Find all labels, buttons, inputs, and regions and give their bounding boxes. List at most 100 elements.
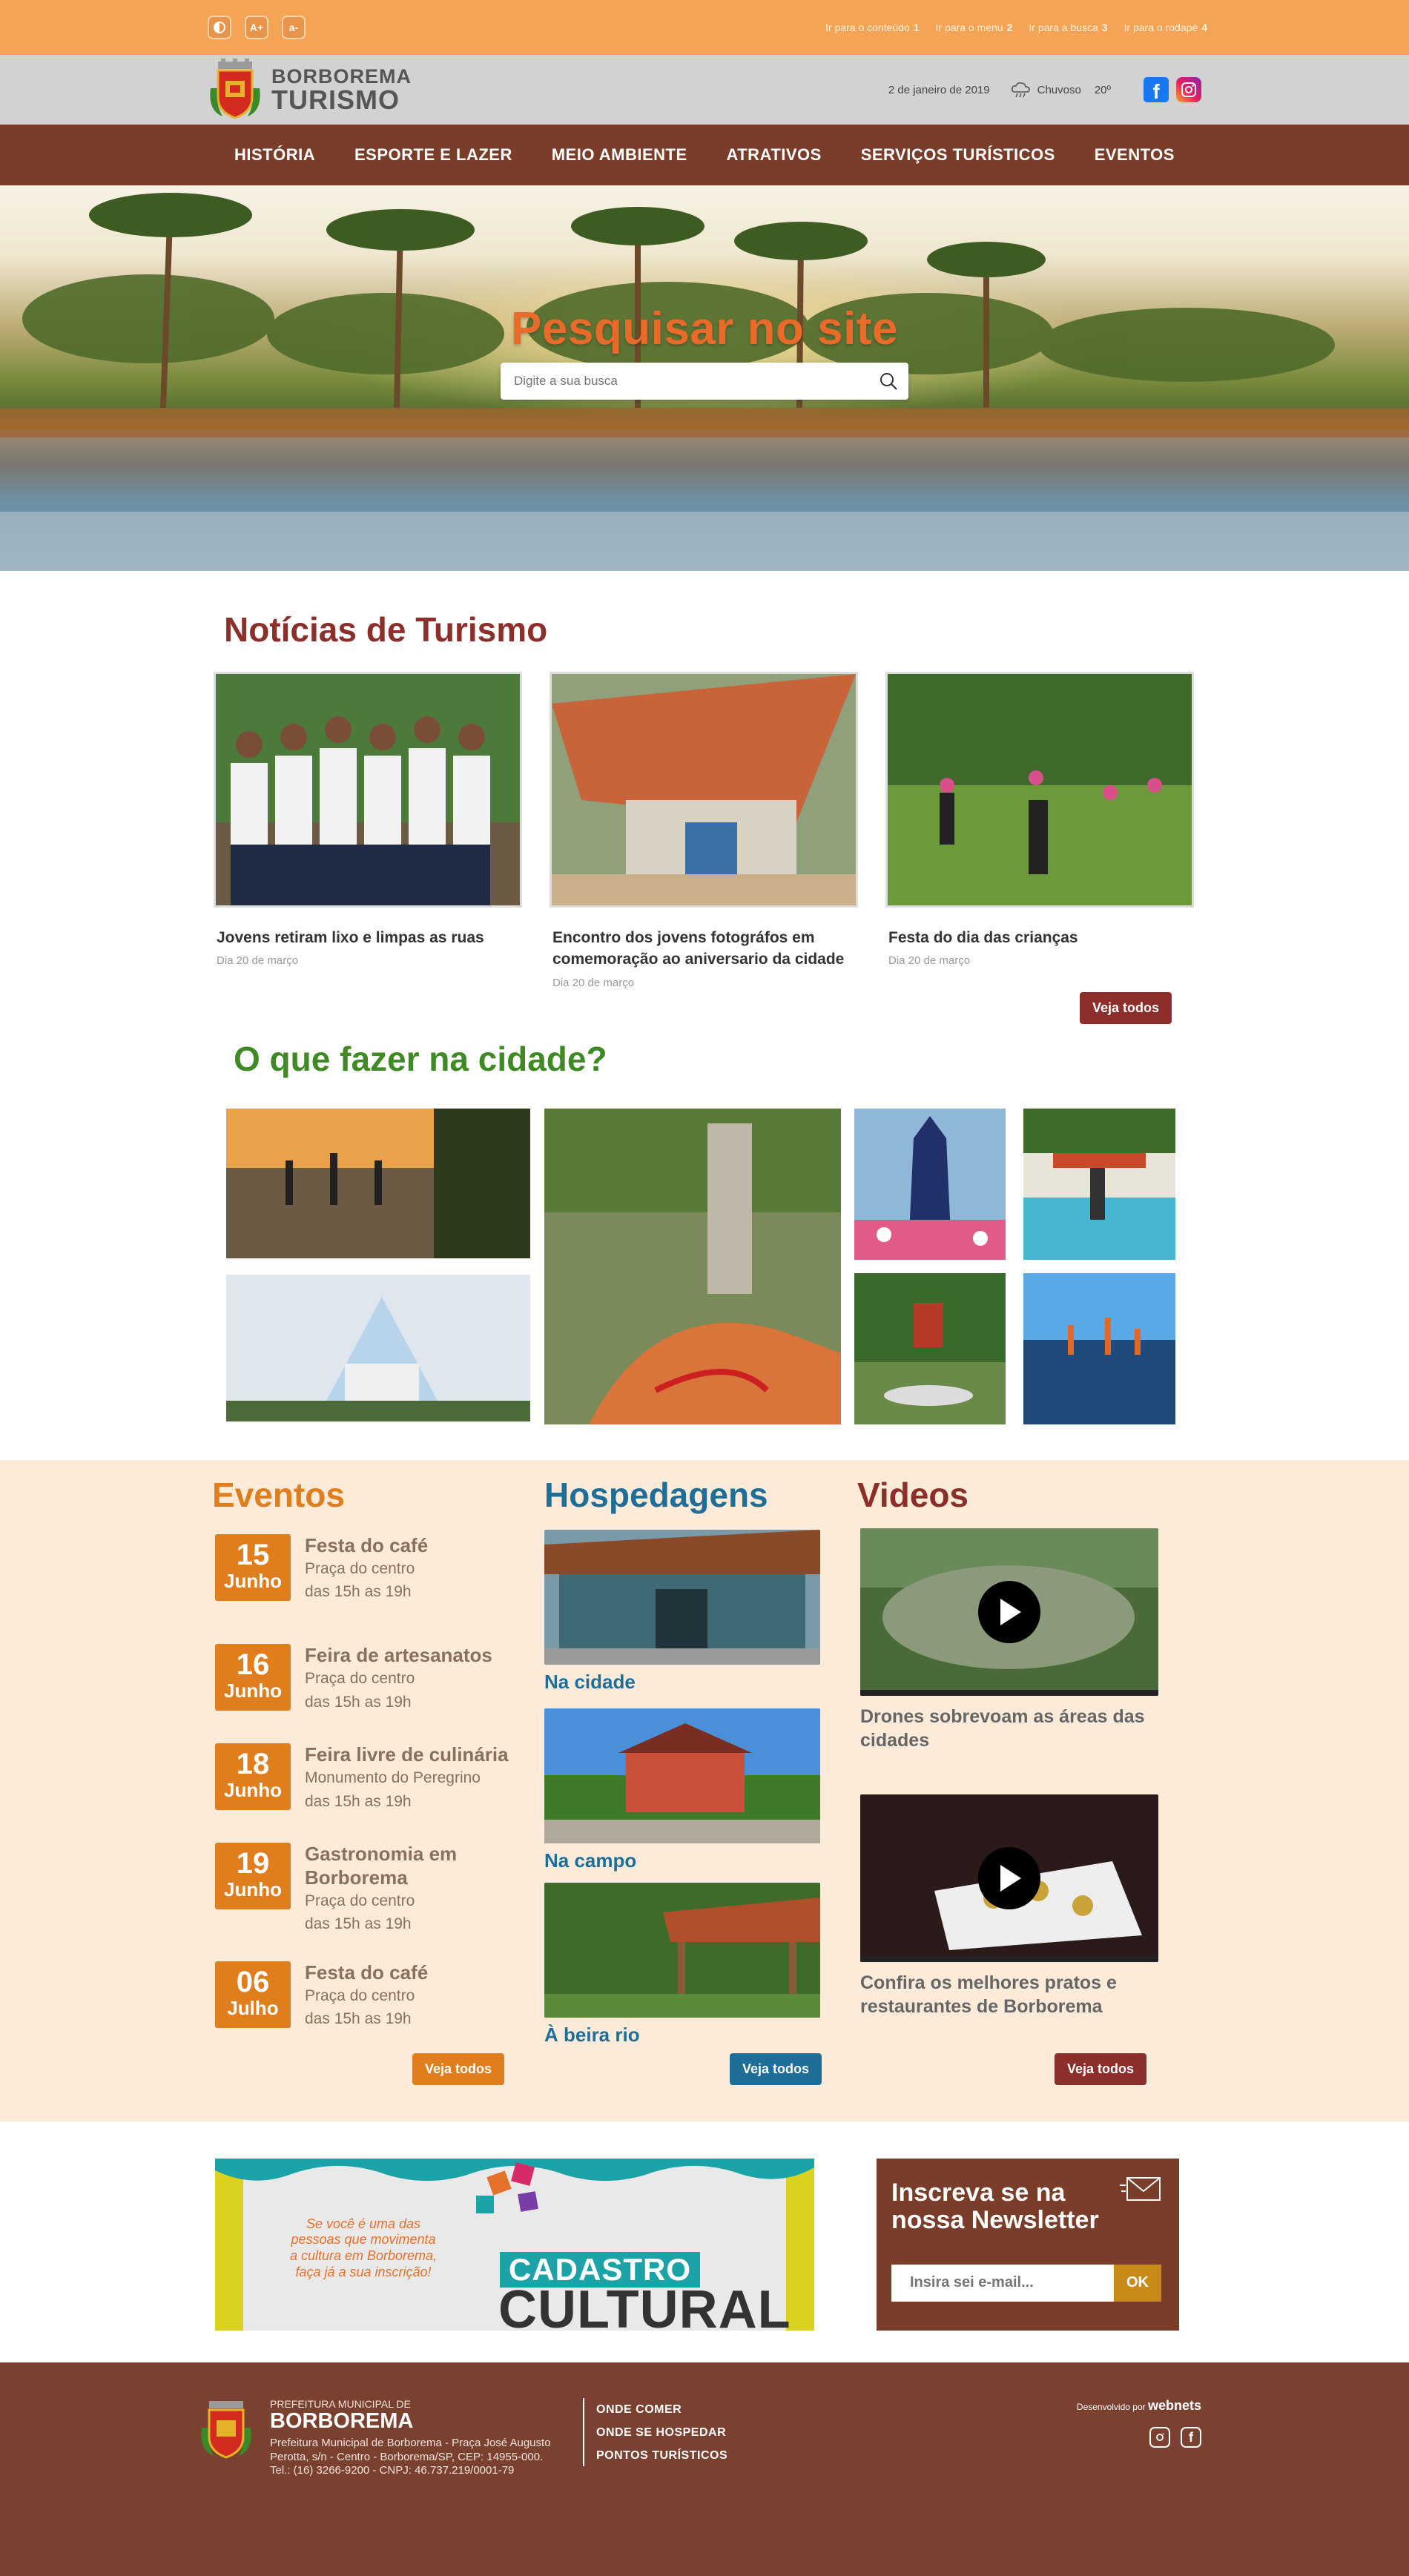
- news-card[interactable]: Jovens retiram lixo e limpas as ruas Dia…: [214, 672, 522, 989]
- event-time: das 15h as 19h: [305, 1915, 412, 1933]
- font-increase-button[interactable]: A+: [245, 16, 268, 39]
- footer-links: ONDE COMER ONDE SE HOSPEDAR PONTOS TURÍS…: [583, 2398, 727, 2466]
- lodging-label[interactable]: À beira rio: [544, 2024, 856, 2047]
- cultural-registry-banner[interactable]: Se você é uma das pessoas que movimenta …: [215, 2158, 814, 2331]
- temperature: 20º: [1094, 83, 1111, 96]
- instagram-icon[interactable]: [1176, 77, 1201, 102]
- gallery-image[interactable]: [1023, 1272, 1175, 1424]
- developer-credit[interactable]: Desenvolvido por webnets: [1077, 2398, 1201, 2414]
- lodging-image[interactable]: [544, 1529, 820, 1665]
- footer-link-onde-se-hospedar[interactable]: ONDE SE HOSPEDAR: [596, 2421, 727, 2444]
- lodging-image[interactable]: [544, 1882, 820, 2018]
- footer-link-pontos-turisticos[interactable]: PONTOS TURÍSTICOS: [596, 2444, 727, 2467]
- events-section-title: Eventos: [212, 1475, 345, 1514]
- lodging-see-all-button[interactable]: Veja todos: [730, 2052, 822, 2085]
- skip-link-footer[interactable]: Ir para o rodapé 4: [1124, 22, 1207, 33]
- font-decrease-button[interactable]: a-: [282, 16, 306, 39]
- event-place: Praça do centro: [305, 1892, 415, 1909]
- videos-see-all-button[interactable]: Veja todos: [1055, 2052, 1147, 2085]
- event-time: das 15h as 19h: [305, 1583, 412, 1601]
- news-card[interactable]: Encontro dos jovens fotográfos em comemo…: [550, 672, 858, 989]
- news-section-title: Notícias de Turismo: [224, 610, 548, 649]
- news-date: Dia 20 de março: [888, 954, 971, 968]
- events-see-all-button[interactable]: Veja todos: [412, 2052, 505, 2085]
- lodging-image[interactable]: [544, 1708, 820, 1843]
- nav-item-servicos-turisticos[interactable]: SERVIÇOS TURÍSTICOS: [861, 145, 1055, 165]
- search-input[interactable]: [514, 374, 855, 389]
- video-item[interactable]: Drones sobrevoam as áreas das cidades: [860, 1528, 1176, 1753]
- logo-line-2: TURISMO: [271, 84, 400, 115]
- nav-item-esporte-lazer[interactable]: ESPORTE E LAZER: [354, 145, 512, 165]
- site-logo[interactable]: BORBOREMA TURISMO: [208, 59, 412, 121]
- nav-item-atrativos[interactable]: ATRATIVOS: [726, 145, 821, 165]
- event-place: Praça do centro: [305, 1670, 415, 1688]
- lodging-item[interactable]: Na cidade: [544, 1529, 856, 1694]
- gallery-image[interactable]: [226, 1274, 530, 1421]
- event-item[interactable]: 19 Junho Gastronomia em Borborema Praça do…: [215, 1843, 531, 1935]
- event-date-badge: 19 Junho: [215, 1843, 291, 1910]
- main-nav: HISTÓRIA ESPORTE E LAZER MEIO AMBIENTE A…: [0, 125, 1409, 185]
- accessibility-tools: A+ a-: [208, 16, 306, 39]
- play-icon[interactable]: [978, 1846, 1040, 1909]
- video-title[interactable]: Confira os melhores pratos e restaurante…: [860, 1971, 1176, 2019]
- play-icon[interactable]: [978, 1580, 1040, 1643]
- event-time: das 15h as 19h: [305, 2010, 412, 2028]
- news-card[interactable]: Festa do dia das crianças Dia 20 de març…: [885, 672, 1194, 989]
- nav-item-historia[interactable]: HISTÓRIA: [234, 145, 315, 165]
- event-date-badge: 18 Junho: [215, 1743, 291, 1811]
- event-date-badge: 16 Junho: [215, 1643, 291, 1711]
- event-item[interactable]: 16 Junho Feira de artesanatos Praça do cen…: [215, 1643, 531, 1714]
- skip-link-search[interactable]: Ir para a busca 3: [1029, 22, 1107, 33]
- newsletter-email-input[interactable]: [891, 2264, 1114, 2302]
- event-item[interactable]: 06 Julho Festa do café Praça do centro das …: [215, 1961, 531, 2031]
- news-title[interactable]: Jovens retiram lixo e limpas as ruas: [217, 927, 522, 948]
- gallery-image[interactable]: [854, 1272, 1006, 1424]
- video-thumbnail[interactable]: [860, 1794, 1158, 1962]
- news-title[interactable]: Festa do dia das crianças: [888, 927, 1194, 948]
- culture-icons: [476, 2161, 538, 2213]
- video-thumbnail[interactable]: [860, 1528, 1158, 1696]
- videos-section-title: Videos: [857, 1475, 969, 1514]
- news-image[interactable]: [885, 672, 1194, 908]
- event-item[interactable]: 15 Junho Festa do café Praça do centro das …: [215, 1533, 531, 1604]
- social-links: f: [1144, 77, 1201, 102]
- lodging-column: Hospedagens Na cidade Na campo À beira r…: [544, 1460, 856, 2121]
- highlights-band: Eventos 15 Junho Festa do café Praça do ce…: [0, 1459, 1409, 2121]
- facebook-icon[interactable]: f: [1181, 2427, 1201, 2448]
- nav-item-eventos[interactable]: EVENTOS: [1095, 145, 1175, 165]
- weather-text: Chuvoso: [1037, 83, 1081, 96]
- newsletter-submit-button[interactable]: OK: [1114, 2264, 1161, 2302]
- event-place: Monumento do Peregrino: [305, 1769, 481, 1787]
- lodging-item[interactable]: Na campo: [544, 1708, 856, 1872]
- todo-gallery: [222, 1108, 1187, 1427]
- contrast-button[interactable]: [208, 16, 231, 39]
- gallery-image[interactable]: [1023, 1108, 1175, 1260]
- videos-column: Videos Drones sobrevoam as áreas das cid…: [857, 1460, 1176, 2121]
- banner-text: Se você é uma das pessoas que movimenta …: [289, 2216, 438, 2279]
- news-see-all-button[interactable]: Veja todos: [1079, 991, 1172, 1024]
- gallery-image[interactable]: [544, 1108, 841, 1424]
- nav-item-meio-ambiente[interactable]: MEIO AMBIENTE: [552, 145, 687, 165]
- footer-link-onde-comer[interactable]: ONDE COMER: [596, 2398, 727, 2421]
- gallery-image[interactable]: [226, 1108, 530, 1258]
- video-item[interactable]: Confira os melhores pratos e restaurante…: [860, 1794, 1176, 2019]
- events-column: Eventos 15 Junho Festa do café Praça do ce…: [212, 1460, 531, 2121]
- coat-of-arms-icon: [210, 59, 260, 119]
- lodging-item[interactable]: À beira rio: [544, 1882, 856, 2047]
- facebook-icon[interactable]: f: [1144, 77, 1169, 102]
- video-title[interactable]: Drones sobrevoam as áreas das cidades: [860, 1705, 1176, 1753]
- event-time: das 15h as 19h: [305, 1792, 412, 1810]
- news-title[interactable]: Encontro dos jovens fotográfos em comemo…: [552, 927, 858, 971]
- search-icon[interactable]: [879, 371, 898, 391]
- event-item[interactable]: 18 Junho Feira livre de culinária Monument…: [215, 1743, 531, 1813]
- footer-org-name: BORBOREMA: [270, 2409, 414, 2433]
- lodging-label[interactable]: Na campo: [544, 1849, 856, 1872]
- skip-link-content[interactable]: Ir para o conteúdo 1: [825, 22, 919, 33]
- instagram-icon[interactable]: [1149, 2427, 1170, 2448]
- skip-link-menu[interactable]: Ir para o menu 2: [936, 22, 1013, 33]
- gallery-image[interactable]: [854, 1108, 1006, 1260]
- news-image[interactable]: [214, 672, 522, 908]
- event-date-badge: 15 Junho: [215, 1533, 291, 1601]
- lodging-label[interactable]: Na cidade: [544, 1671, 856, 1694]
- news-image[interactable]: [550, 672, 858, 908]
